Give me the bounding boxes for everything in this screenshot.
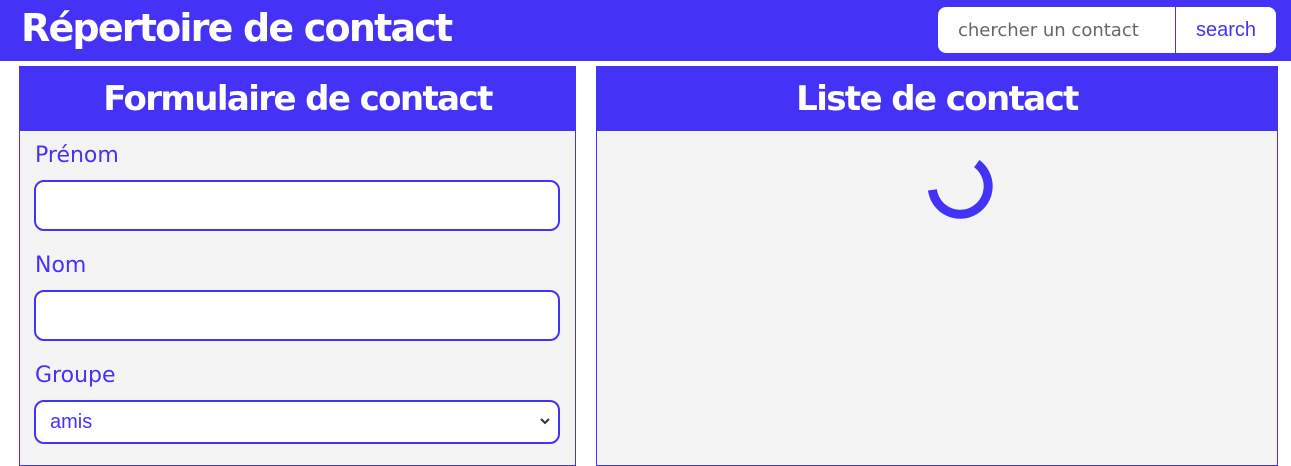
app-title: Répertoire de contact <box>21 6 453 50</box>
first-name-field[interactable] <box>34 180 560 231</box>
top-bar: Répertoire de contact search <box>0 0 1291 61</box>
list-panel-title: Liste de contact <box>597 67 1277 131</box>
chevron-down-icon <box>540 418 550 425</box>
group-select[interactable]: amis <box>34 400 560 444</box>
last-name-field[interactable] <box>34 290 560 341</box>
spinner-icon <box>927 160 993 219</box>
contact-form-panel: Formulaire de contact Prénom Nom Groupe … <box>19 66 576 466</box>
search-input[interactable] <box>938 7 1176 53</box>
group-label: Groupe <box>35 363 116 388</box>
search-button[interactable]: search <box>1175 7 1276 53</box>
form-panel-title: Formulaire de contact <box>20 67 575 131</box>
last-name-label: Nom <box>35 253 87 278</box>
first-name-label: Prénom <box>35 143 119 168</box>
contact-list-panel: Liste de contact <box>596 66 1278 466</box>
group-select-value: amis <box>50 411 93 433</box>
